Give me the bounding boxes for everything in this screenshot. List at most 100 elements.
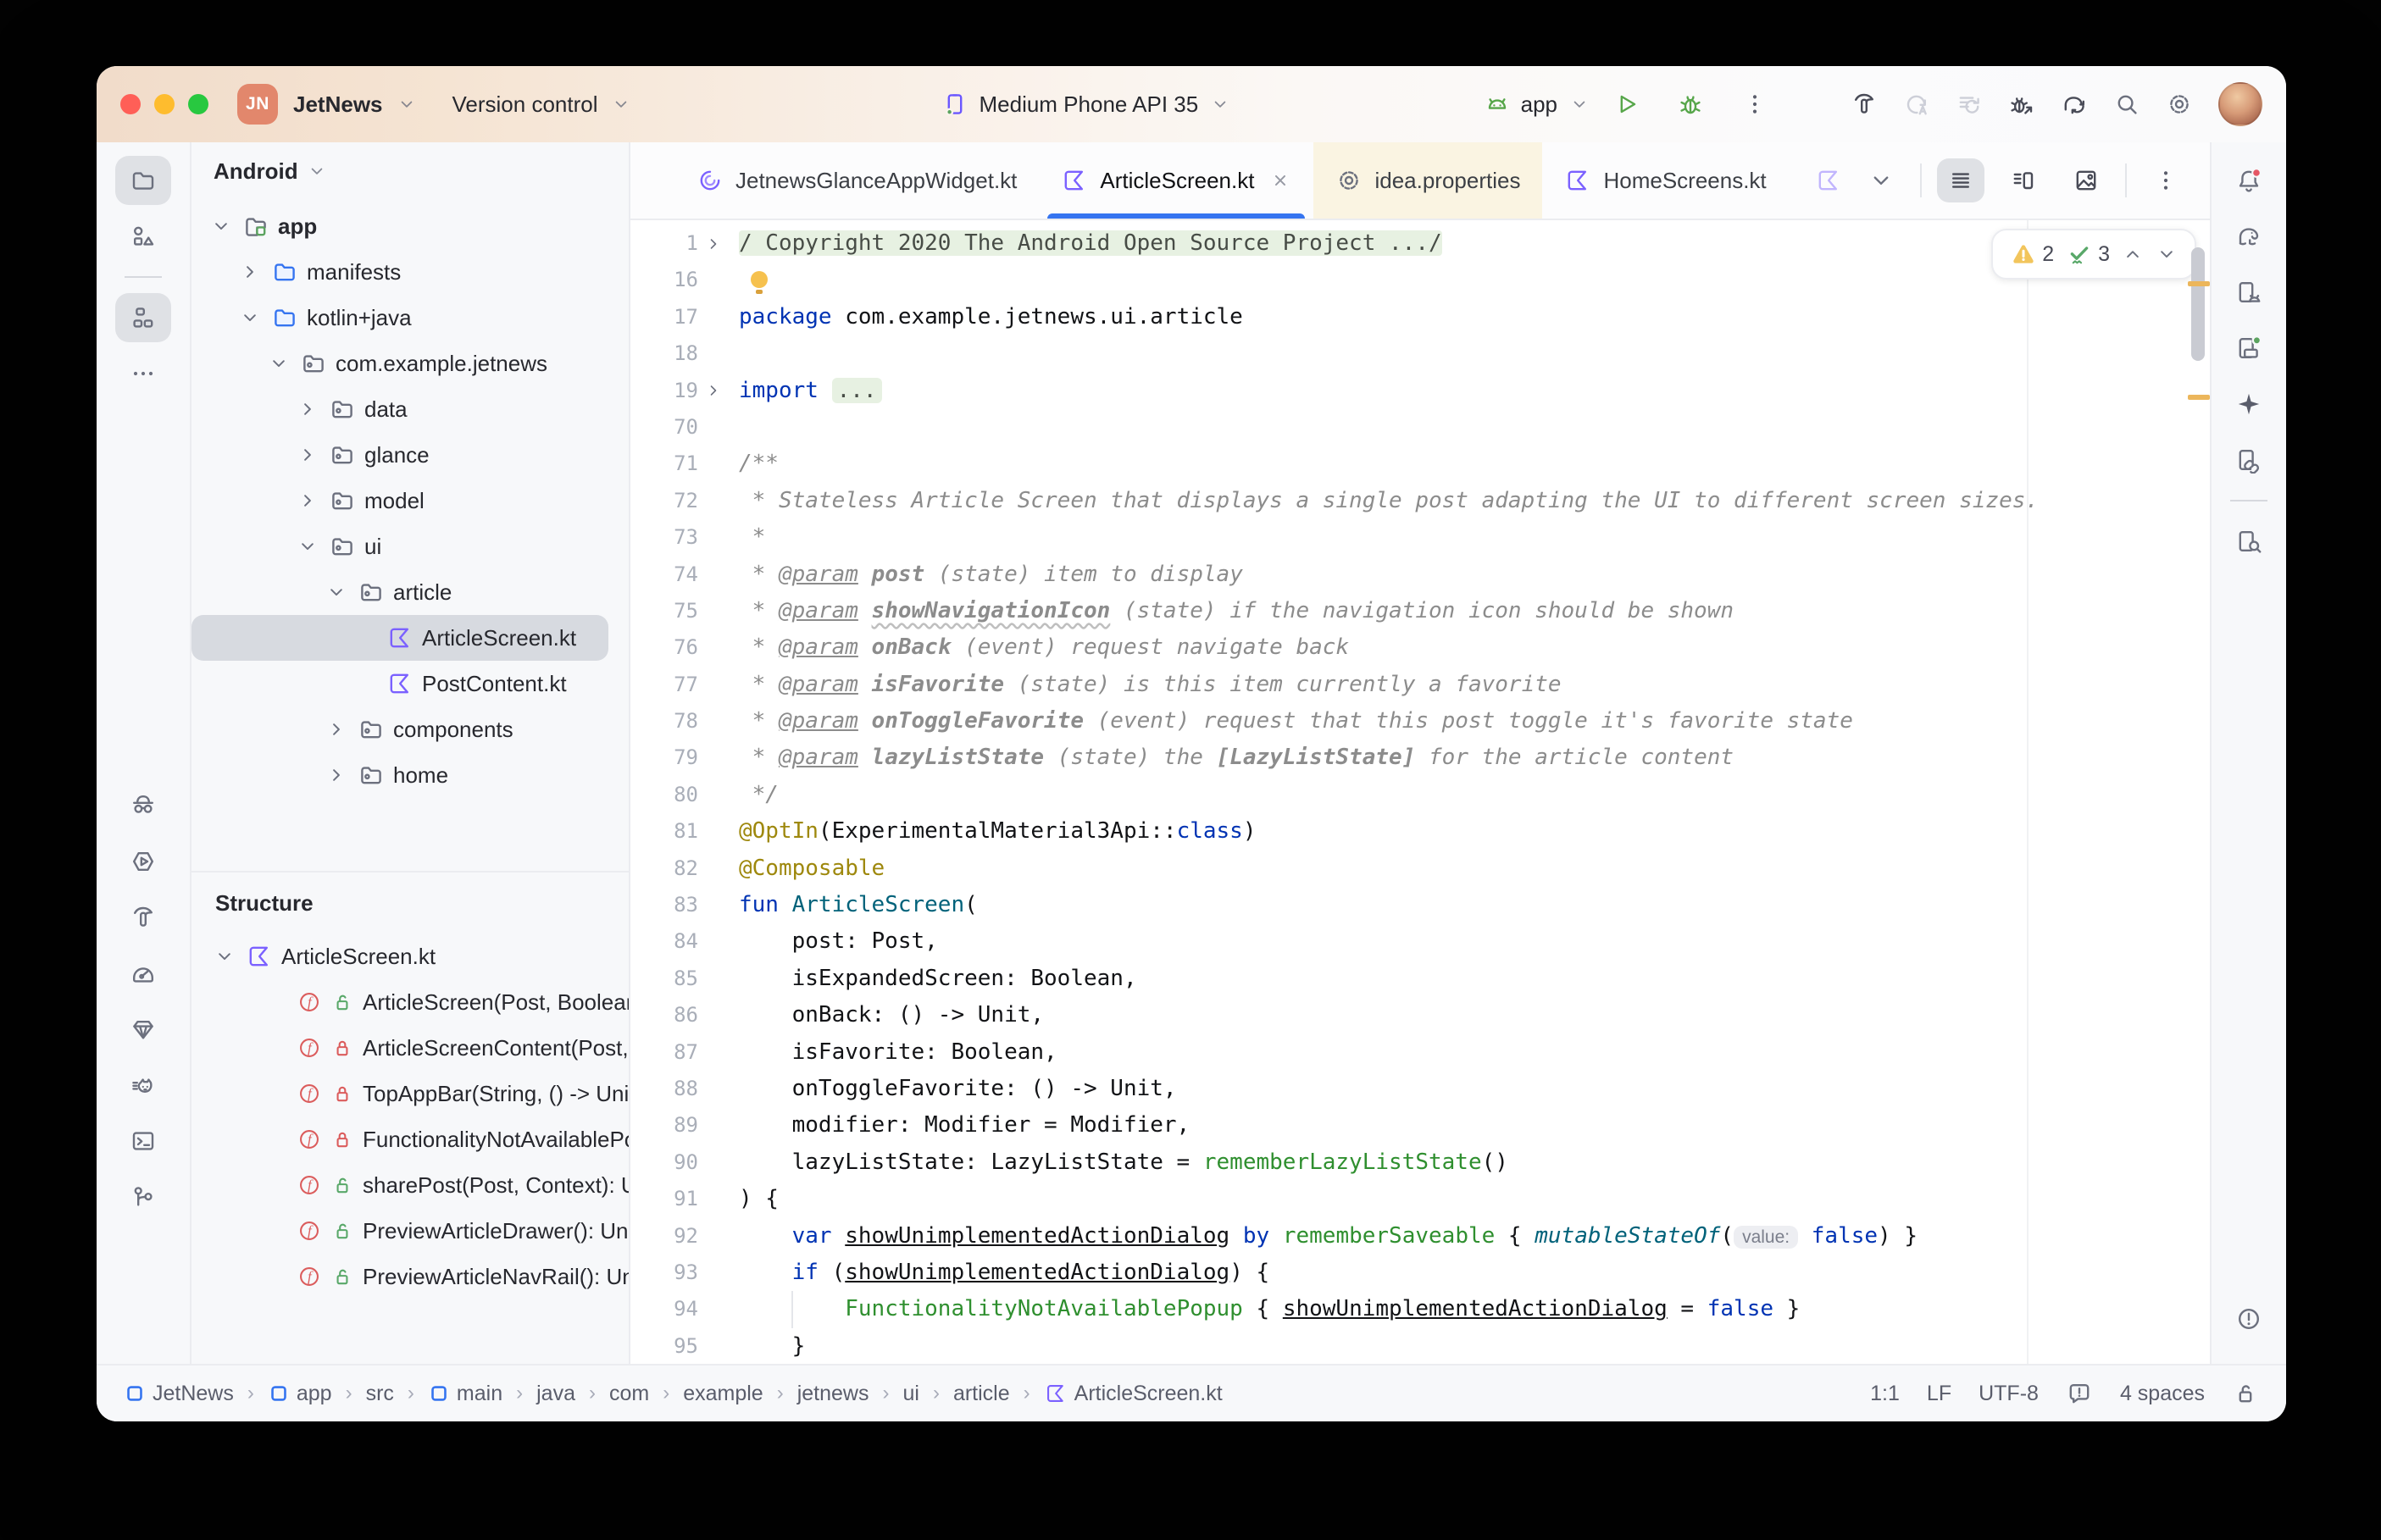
code-line-92[interactable]: 92 var showUnimplementedActionDialog by … xyxy=(630,1218,2186,1255)
tree-item-kotlin-java[interactable]: kotlin+java xyxy=(191,295,629,341)
tree-expand-toggle[interactable] xyxy=(295,490,320,512)
tree-item-manifests[interactable]: manifests xyxy=(191,249,629,295)
gutter[interactable] xyxy=(698,593,729,629)
line-number[interactable]: 79 xyxy=(630,740,698,776)
breadcrumb-articlescreen-kt[interactable]: ArticleScreen.kt xyxy=(1044,1382,1223,1406)
file-encoding[interactable]: UTF-8 xyxy=(1979,1382,2039,1406)
gutter[interactable] xyxy=(698,1034,729,1071)
breadcrumb-com[interactable]: com xyxy=(609,1382,649,1406)
code-line-76[interactable]: 76 * @param onBack (event) request navig… xyxy=(630,629,2186,666)
structure-item-functionalitynotavailablepop[interactable]: fFunctionalityNotAvailablePop xyxy=(191,1116,629,1162)
gutter[interactable] xyxy=(698,446,729,482)
code-line-89[interactable]: 89 modifier: Modifier = Modifier, xyxy=(630,1107,2186,1144)
tab-jetnewsglanceappwidget-kt[interactable]: JetnewsGlanceAppWidget.kt xyxy=(674,142,1039,219)
gemini-spark-button[interactable] xyxy=(2221,379,2277,429)
line-number[interactable]: 84 xyxy=(630,923,698,960)
structure-tool-button[interactable] xyxy=(115,293,171,342)
more-run-options-icon[interactable] xyxy=(1727,80,1783,129)
gutter[interactable] xyxy=(698,703,729,740)
line-number[interactable]: 72 xyxy=(630,483,698,519)
gradle-sync-icon[interactable] xyxy=(2061,91,2088,118)
more-tool-windows-button[interactable] xyxy=(115,349,171,398)
code-line-75[interactable]: 75 * @param showNavigationIcon (state) i… xyxy=(630,593,2186,629)
project-tool-button[interactable] xyxy=(115,156,171,205)
line-number[interactable]: 78 xyxy=(630,703,698,740)
gutter[interactable] xyxy=(698,1181,729,1217)
code-line-16[interactable]: 16 xyxy=(630,262,2186,298)
line-separator[interactable]: LF xyxy=(1927,1382,1951,1406)
breadcrumb-jetnews[interactable]: JetNews xyxy=(124,1382,234,1406)
tree-item-app[interactable]: app xyxy=(191,203,629,249)
code-line-80[interactable]: 80 */ xyxy=(630,777,2186,813)
breadcrumb-example[interactable]: example xyxy=(683,1382,763,1406)
line-number[interactable]: 90 xyxy=(630,1144,698,1181)
close-window-button[interactable] xyxy=(120,94,141,114)
code-line-19[interactable]: 19import ... xyxy=(630,373,2186,409)
code-line-86[interactable]: 86 onBack: () -> Unit, xyxy=(630,997,2186,1033)
debug-button[interactable] xyxy=(1662,80,1718,129)
terminal-tool-button[interactable] xyxy=(115,1116,171,1166)
gutter[interactable] xyxy=(698,373,729,409)
warning-stripe-mark[interactable] xyxy=(2188,281,2210,286)
gutter[interactable] xyxy=(698,1144,729,1181)
line-number[interactable]: 77 xyxy=(630,667,698,703)
gutter[interactable] xyxy=(698,519,729,556)
settings-gear-icon[interactable] xyxy=(2166,91,2193,118)
code-line-82[interactable]: 82@Composable xyxy=(630,850,2186,887)
line-number[interactable]: 71 xyxy=(630,446,698,482)
gutter[interactable] xyxy=(698,1218,729,1255)
tree-item-postcontent-kt[interactable]: PostContent.kt xyxy=(191,661,629,706)
code-line-72[interactable]: 72 * Stateless Article Screen that displ… xyxy=(630,483,2186,519)
tree-item-com-example-jetnews[interactable]: com.example.jetnews xyxy=(191,341,629,386)
line-number[interactable]: 70 xyxy=(630,409,698,446)
tree-item-components[interactable]: components xyxy=(191,706,629,752)
tree-item-home[interactable]: home xyxy=(191,752,629,798)
line-number[interactable]: 92 xyxy=(630,1218,698,1255)
gutter[interactable] xyxy=(698,1071,729,1107)
tree-expand-toggle[interactable] xyxy=(212,945,237,967)
line-number[interactable]: 17 xyxy=(630,299,698,335)
tree-expand-toggle[interactable] xyxy=(237,261,263,283)
code-line-84[interactable]: 84 post: Post, xyxy=(630,923,2186,960)
line-number[interactable]: 82 xyxy=(630,850,698,887)
gutter[interactable] xyxy=(698,997,729,1033)
gutter[interactable] xyxy=(698,225,729,262)
device-selector[interactable]: Medium Phone API 35 xyxy=(941,91,1230,118)
project-tree[interactable]: appmanifestskotlin+javacom.example.jetne… xyxy=(191,200,629,854)
breadcrumb-src[interactable]: src xyxy=(366,1382,394,1406)
running-devices-tool-button[interactable] xyxy=(115,837,171,886)
version-control-tool-button[interactable] xyxy=(115,1172,171,1221)
line-number[interactable]: 74 xyxy=(630,557,698,593)
editor-scrollbar-thumb[interactable] xyxy=(2191,247,2205,361)
line-number[interactable]: 83 xyxy=(630,887,698,923)
gutter[interactable] xyxy=(698,777,729,813)
code-line-77[interactable]: 77 * @param isFavorite (state) is this i… xyxy=(630,667,2186,703)
breadcrumb[interactable]: JetNews›app›src›main›java›com›example›je… xyxy=(124,1382,1223,1406)
line-number[interactable]: 89 xyxy=(630,1107,698,1144)
tree-expand-toggle[interactable] xyxy=(295,398,320,420)
line-number[interactable]: 16 xyxy=(630,262,698,298)
structure-item-sharepost-post-context-un[interactable]: fsharePost(Post, Context): Un xyxy=(191,1162,629,1208)
build-hammer-icon[interactable] xyxy=(1851,91,1878,118)
breadcrumb-java[interactable]: java xyxy=(536,1382,575,1406)
device-mirroring-button[interactable] xyxy=(2221,435,2277,485)
gutter[interactable] xyxy=(698,299,729,335)
view-code-button[interactable] xyxy=(1937,158,1984,202)
structure-item-topappbar-string-unit[interactable]: fTopAppBar(String, () -> Unit, xyxy=(191,1071,629,1116)
project-name-menu[interactable]: JetNews xyxy=(293,91,383,118)
tree-expand-toggle[interactable] xyxy=(324,718,349,740)
line-number[interactable]: 81 xyxy=(630,813,698,850)
app-quality-insights-tool-button[interactable] xyxy=(115,781,171,830)
breadcrumb-jetnews[interactable]: jetnews xyxy=(797,1382,869,1406)
breadcrumb-ui[interactable]: ui xyxy=(902,1382,919,1406)
gutter[interactable] xyxy=(698,1255,729,1291)
minimize-window-button[interactable] xyxy=(154,94,175,114)
build-tool-button[interactable] xyxy=(115,893,171,942)
gutter[interactable] xyxy=(698,335,729,372)
tab-idea-properties[interactable]: idea.properties xyxy=(1313,142,1542,219)
code-line-70[interactable]: 70 xyxy=(630,409,2186,446)
indent-setting[interactable]: 4 spaces xyxy=(2120,1382,2205,1406)
device-explorer-button[interactable] xyxy=(2221,517,2277,566)
tree-item-articlescreen-kt[interactable]: ArticleScreen.kt xyxy=(191,615,608,661)
device-manager-button[interactable] xyxy=(2221,324,2277,373)
